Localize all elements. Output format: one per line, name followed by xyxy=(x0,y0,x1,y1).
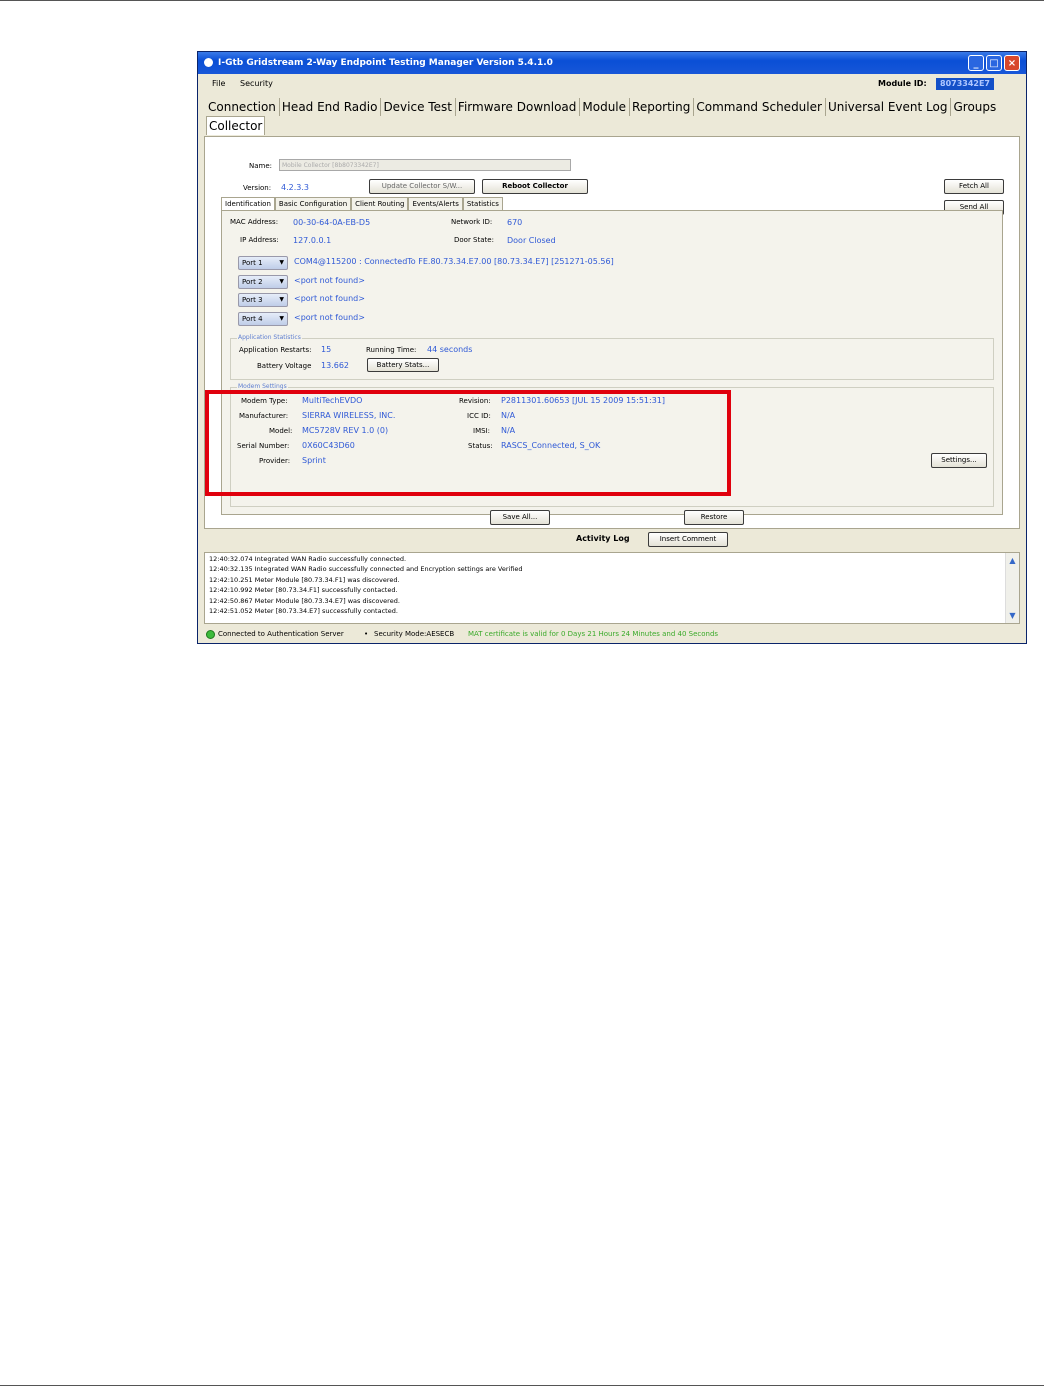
window-title: I-Gtb Gridstream 2-Way Endpoint Testing … xyxy=(218,58,553,68)
chevron-down-icon: ▼ xyxy=(279,315,284,322)
log-line: 12:42:51.052 Meter [80.73.34.E7] success… xyxy=(209,607,398,615)
connection-status-text: Connected to Authentication Server xyxy=(218,630,344,638)
tab-reporting[interactable]: Reporting xyxy=(629,98,692,116)
tab-head-end-radio[interactable]: Head End Radio xyxy=(278,98,380,116)
mac-label: MAC Address: xyxy=(230,218,279,226)
security-mode-text: Security Mode:AESECB xyxy=(374,630,455,638)
battery-stats-button[interactable]: Battery Stats... xyxy=(367,358,439,372)
certificate-status-text: MAT certificate is valid for 0 Days 21 H… xyxy=(468,630,719,638)
battery-voltage-label: Battery Voltage xyxy=(257,362,312,370)
chevron-down-icon: ▼ xyxy=(279,259,284,266)
menu-security[interactable]: Security xyxy=(240,75,273,93)
sub-tab-strip: Identification Basic Configuration Client … xyxy=(221,197,503,210)
chevron-down-icon: ▼ xyxy=(279,278,284,285)
fetch-all-button[interactable]: Fetch All xyxy=(944,179,1004,194)
page-bottom-rule xyxy=(0,1385,1044,1386)
module-id-label: Module ID: xyxy=(878,79,927,88)
app-icon xyxy=(204,58,213,67)
tab-collector[interactable]: Collector xyxy=(206,116,266,135)
mac-value: 00-30-64-0A-EB-D5 xyxy=(293,218,371,227)
modem-settings-highlight xyxy=(205,390,731,496)
page-top-rule xyxy=(0,0,1044,1)
tab-command-scheduler[interactable]: Command Scheduler xyxy=(693,98,824,116)
log-line: 12:42:50.867 Meter Module [80.73.34.E7] … xyxy=(209,597,400,605)
tab-events-alerts[interactable]: Events/Alerts xyxy=(408,197,463,210)
log-line: 12:40:32.074 Integrated WAN Radio succes… xyxy=(209,555,407,563)
modem-settings-title: Modem Settings xyxy=(237,383,288,390)
ip-label: IP Address: xyxy=(240,236,279,244)
title-bar[interactable]: I-Gtb Gridstream 2-Way Endpoint Testing … xyxy=(198,52,1026,74)
door-state-value: Door Closed xyxy=(507,236,556,245)
tab-universal-event-log[interactable]: Universal Event Log xyxy=(824,98,950,116)
ip-value: 127.0.0.1 xyxy=(293,236,332,245)
chevron-down-icon: ▼ xyxy=(279,296,284,303)
restarts-value: 15 xyxy=(321,345,332,354)
status-bar: Connected to Authentication Server • Sec… xyxy=(198,626,1026,643)
port-3-label: Port 3 xyxy=(242,296,263,304)
log-line: 12:40:32.135 Integrated WAN Radio succes… xyxy=(209,565,523,573)
minimize-button[interactable]: _ xyxy=(968,55,984,71)
network-id-value: 670 xyxy=(507,218,523,227)
application-statistics-group: Application Statistics Application Resta… xyxy=(230,334,994,380)
log-line: 12:42:10.251 Meter Module [80.73.34.F1] … xyxy=(209,576,400,584)
version-label: Version: xyxy=(243,184,272,192)
restarts-label: Application Restarts: xyxy=(239,346,312,354)
port-1-label: Port 1 xyxy=(242,259,263,267)
menu-file[interactable]: File xyxy=(212,75,225,93)
name-label: Name: xyxy=(249,162,273,170)
main-tab-row: Collector xyxy=(206,116,266,135)
app-window: I-Gtb Gridstream 2-Way Endpoint Testing … xyxy=(197,51,1027,644)
battery-voltage-value: 13.662 xyxy=(321,361,349,370)
version-value: 4.2.3.3 xyxy=(281,183,309,192)
port-1-status: COM4@115200 : ConnectedTo FE.80.73.34.E7… xyxy=(294,257,614,266)
save-all-button[interactable]: Save All... xyxy=(490,510,550,525)
close-button[interactable]: × xyxy=(1004,55,1020,71)
module-id-value: 8073342E7 xyxy=(936,78,994,90)
restore-button[interactable]: Restore xyxy=(684,510,744,525)
maximize-button[interactable]: □ xyxy=(986,55,1002,71)
activity-log-title: Activity Log xyxy=(576,534,630,543)
port-3-selector[interactable]: Port 3 ▼ xyxy=(238,293,288,307)
log-line: 12:42:10.992 Meter [80.73.34.F1] success… xyxy=(209,586,398,594)
network-id-label: Network ID: xyxy=(451,218,493,226)
tab-device-test[interactable]: Device Test xyxy=(380,98,453,116)
port-2-selector[interactable]: Port 2 ▼ xyxy=(238,275,288,289)
port-4-label: Port 4 xyxy=(242,315,263,323)
update-collector-button[interactable]: Update Collector S/W... xyxy=(369,179,475,194)
tab-groups[interactable]: Groups xyxy=(950,98,998,116)
port-4-status: <port not found> xyxy=(294,313,365,322)
name-field[interactable]: Mobile Collector [8b8073342E7] xyxy=(279,159,571,171)
main-tab-row: Connection Head End Radio Device Test Firmw… xyxy=(206,98,999,116)
scroll-up-icon[interactable]: ▲ xyxy=(1007,555,1018,566)
scroll-down-icon[interactable]: ▼ xyxy=(1007,610,1018,621)
tab-identification[interactable]: Identification xyxy=(221,197,275,210)
tab-module[interactable]: Module xyxy=(579,98,628,116)
port-2-label: Port 2 xyxy=(242,278,263,286)
connection-status-icon xyxy=(206,630,215,639)
insert-comment-button[interactable]: Insert Comment xyxy=(648,532,728,547)
tab-connection[interactable]: Connection xyxy=(206,98,278,116)
port-1-selector[interactable]: Port 1 ▼ xyxy=(238,256,288,270)
menu-bar: File Security Module ID: 8073342E7 xyxy=(198,75,1026,93)
port-2-status: <port not found> xyxy=(294,276,365,285)
port-4-selector[interactable]: Port 4 ▼ xyxy=(238,312,288,326)
running-time-label: Running Time: xyxy=(366,346,417,354)
running-time-value: 44 seconds xyxy=(427,345,473,354)
tab-statistics[interactable]: Statistics xyxy=(462,197,503,210)
door-state-label: Door State: xyxy=(454,236,494,244)
status-separator: • xyxy=(364,630,369,638)
port-3-status: <port not found> xyxy=(294,294,365,303)
settings-button[interactable]: Settings... xyxy=(931,453,987,468)
activity-log[interactable]: 12:40:32.074 Integrated WAN Radio succes… xyxy=(204,552,1020,624)
app-stats-title: Application Statistics xyxy=(237,334,302,341)
reboot-collector-button[interactable]: Reboot Collector xyxy=(482,179,588,194)
tab-firmware-download[interactable]: Firmware Download xyxy=(454,98,578,116)
log-scrollbar[interactable]: ▲ ▼ xyxy=(1005,553,1019,623)
tab-client-routing[interactable]: Client Routing xyxy=(351,197,409,210)
tab-basic-configuration[interactable]: Basic Configuration xyxy=(274,197,352,210)
